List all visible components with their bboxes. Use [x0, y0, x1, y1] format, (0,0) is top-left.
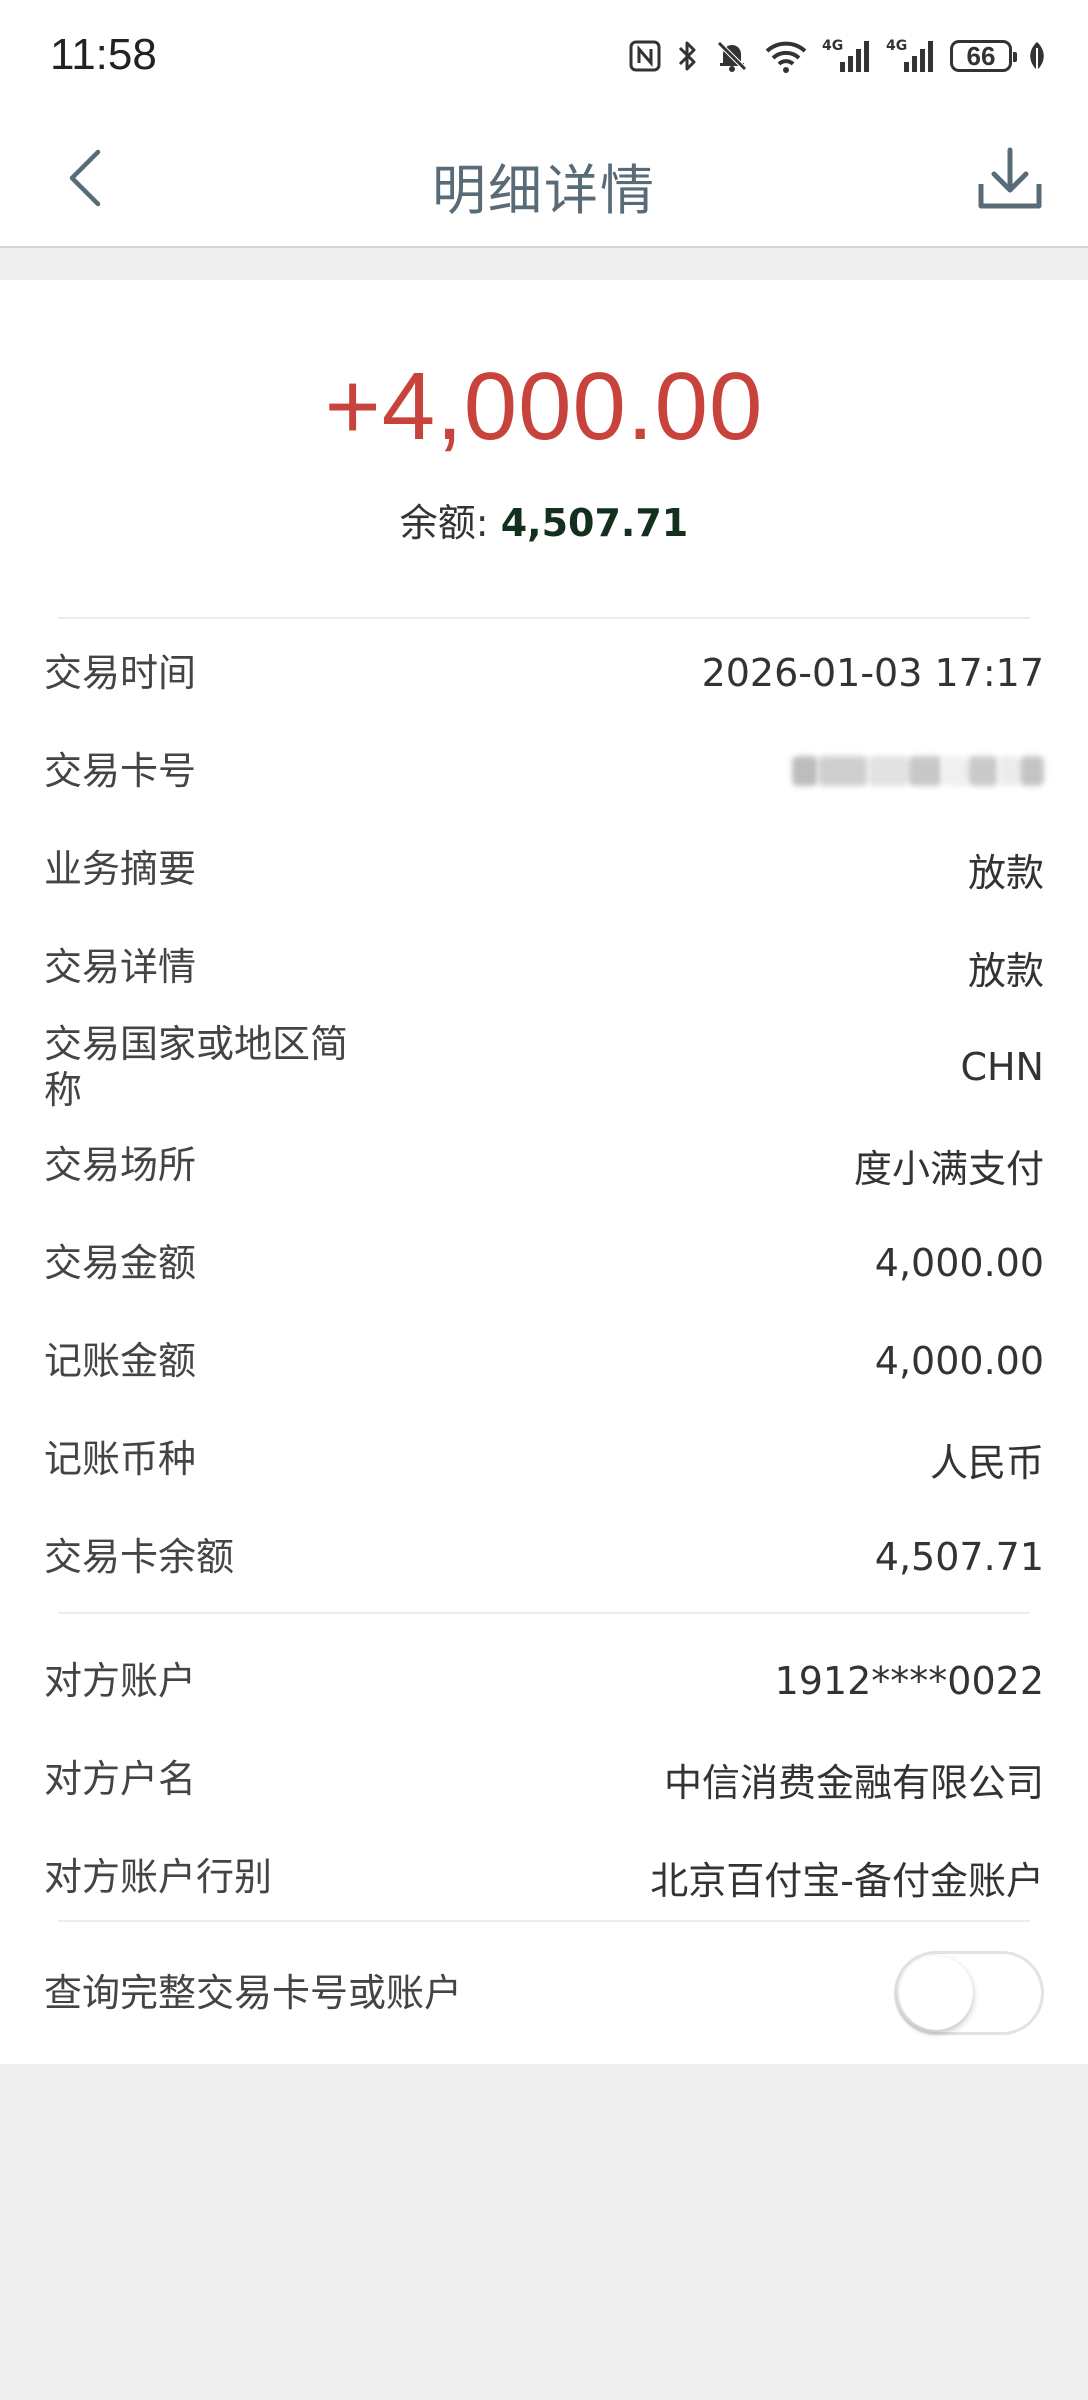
page-title: 明细详情	[432, 159, 656, 222]
counterparty-label: 对方户名	[44, 1757, 197, 1801]
counterparty-value: 北京百付宝-备付金账户	[650, 1858, 1044, 1903]
detail-row-transaction-time: 交易时间 2026-01-03 17:17	[44, 642, 1044, 704]
status-icons: 4G 4G 66	[628, 32, 1048, 80]
detail-row-merchant: 交易场所 度小满支付	[44, 1134, 1044, 1196]
query-full-number-row: 查询完整交易卡号或账户	[44, 1948, 1044, 2038]
counterparty-label: 对方账户行别	[44, 1855, 273, 1899]
detail-value: 4,000.00	[874, 1339, 1044, 1383]
counterparty-value: 1912****0022	[774, 1659, 1044, 1703]
transaction-amount: +4,000.00	[324, 353, 764, 460]
detail-value: CHN	[960, 1045, 1044, 1089]
detail-row-card-balance: 交易卡余额 4,507.71	[44, 1526, 1044, 1588]
leaf-icon	[1026, 32, 1048, 80]
counterparty-label: 对方账户	[44, 1659, 197, 1703]
detail-label: 交易时间	[44, 651, 197, 695]
detail-row-posted-amount: 记账金额 4,000.00	[44, 1330, 1044, 1392]
detail-row-transaction-amount: 交易金额 4,000.00	[44, 1232, 1044, 1294]
bluetooth-icon	[676, 32, 700, 80]
detail-row-transaction-detail: 交易详情 放款	[44, 936, 1044, 998]
nav-bar: 明细详情	[0, 112, 1088, 248]
download-button[interactable]	[970, 138, 1050, 218]
detail-value: 2026-01-03 17:17	[701, 651, 1044, 695]
detail-label: 交易卡余额	[44, 1535, 235, 1579]
detail-label: 记账币种	[44, 1437, 197, 1481]
counterparty-row-account: 对方账户 1912****0022	[44, 1650, 1044, 1712]
counterparty-row-name: 对方户名 中信消费金融有限公司	[44, 1748, 1044, 1810]
query-full-number-label: 查询完整交易卡号或账户	[44, 1971, 463, 2015]
detail-label: 记账金额	[44, 1339, 197, 1383]
query-full-number-toggle[interactable]	[894, 1951, 1044, 2035]
counterparty-row-bank: 对方账户行别 北京百付宝-备付金账户	[44, 1846, 1044, 1908]
detail-value: 4,000.00	[874, 1241, 1044, 1285]
detail-row-currency: 记账币种 人民币	[44, 1428, 1044, 1490]
detail-value: 人民币	[929, 1440, 1044, 1485]
svg-text:4G: 4G	[886, 38, 907, 54]
svg-text:4G: 4G	[822, 38, 843, 54]
detail-row-business-summary: 业务摘要 放款	[44, 838, 1044, 900]
download-icon	[978, 147, 1042, 209]
wifi-icon	[764, 32, 808, 80]
signal-4g-icon: 4G	[886, 32, 936, 80]
detail-value: 放款	[967, 850, 1044, 895]
divider	[58, 1612, 1030, 1614]
mute-icon	[714, 32, 750, 80]
detail-label: 交易国家或地区简称	[44, 1022, 349, 1112]
detail-label: 交易详情	[44, 945, 197, 989]
detail-row-card-number: 交易卡号	[44, 740, 1044, 802]
balance-label: 余额:	[399, 501, 501, 545]
battery-level: 66	[950, 40, 1017, 72]
balance-line: 余额: 4,507.71	[0, 492, 1088, 547]
status-time: 11:58	[50, 30, 157, 79]
signal-4g-icon: 4G	[822, 32, 872, 80]
nfc-icon	[628, 32, 662, 80]
detail-value: 度小满支付	[853, 1146, 1044, 1191]
battery-icon: 66	[950, 32, 1017, 80]
detail-value: 放款	[967, 948, 1044, 993]
detail-card: +4,000.00 余额: 4,507.71 交易时间 2026-01-03 1…	[0, 280, 1088, 2064]
status-bar: 11:58 4G 4G 66	[0, 0, 1088, 112]
detail-label: 业务摘要	[44, 847, 197, 891]
detail-label: 交易场所	[44, 1143, 197, 1187]
balance-value: 4,507.71	[500, 501, 689, 545]
card-number-masked	[792, 749, 1044, 793]
detail-label: 交易卡号	[44, 749, 197, 793]
detail-row-country: 交易国家或地区简称 CHN	[44, 1012, 1044, 1122]
counterparty-value: 中信消费金融有限公司	[663, 1760, 1044, 1805]
divider	[58, 617, 1030, 619]
toggle-knob	[899, 1956, 973, 2030]
divider	[58, 1920, 1030, 1922]
detail-label: 交易金额	[44, 1241, 197, 1285]
detail-value: 4,507.71	[874, 1535, 1044, 1579]
